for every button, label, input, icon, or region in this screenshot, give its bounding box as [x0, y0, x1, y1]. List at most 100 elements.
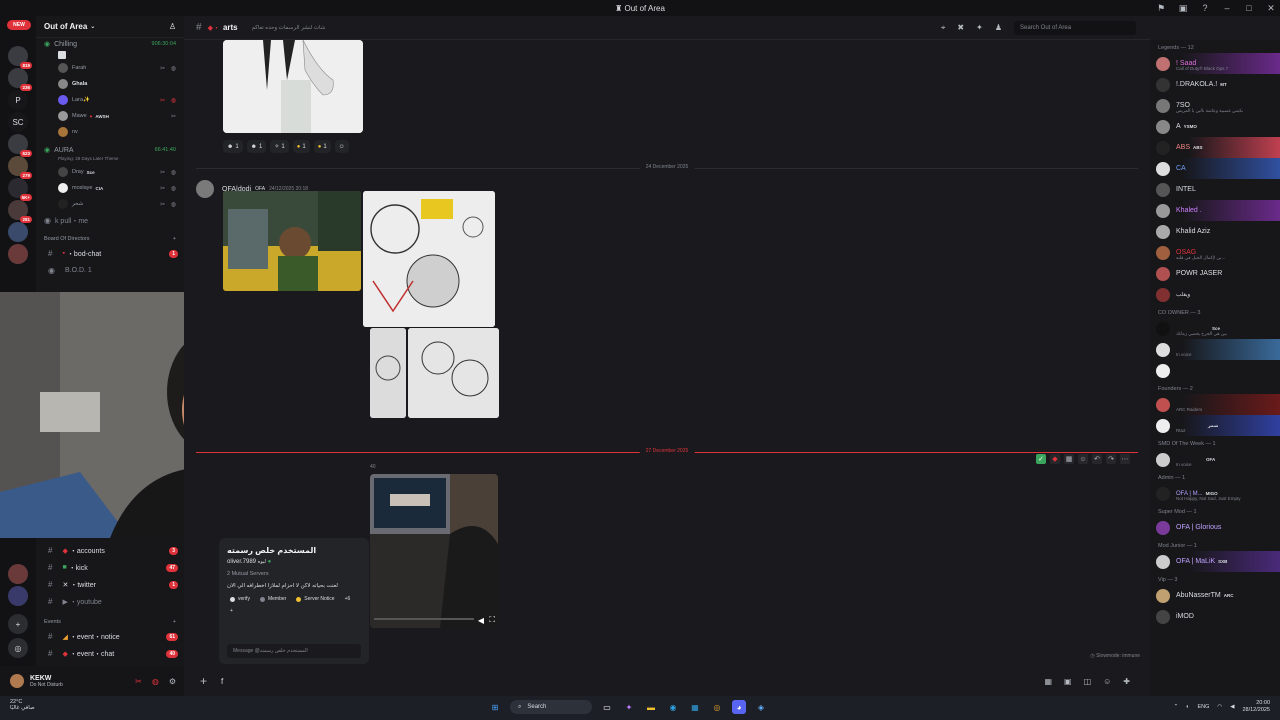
search-input[interactable]: Search Out of Area [1014, 21, 1136, 35]
server-icon[interactable] [8, 244, 28, 264]
member-item[interactable]: !.DRAKOLA.! MT [1150, 74, 1280, 95]
windows-start-icon[interactable]: ⊞ [488, 700, 502, 714]
voice-channel-aura[interactable]: ◉ AURA 66:41:40 [36, 144, 184, 156]
server-icon[interactable]: P [8, 90, 28, 110]
voice-channel-kpull[interactable]: ◉ k pull・me [36, 212, 184, 229]
steam-icon[interactable]: ◈ [754, 700, 768, 714]
copilot-icon[interactable]: ✦ [622, 700, 636, 714]
server-icon[interactable]: 819 [8, 46, 32, 69]
voice-user[interactable]: moslaye CIA ✂ ◍ [36, 180, 184, 196]
voice-user[interactable]: Lara✨ ✂ ◍ [36, 92, 184, 108]
art-image[interactable] [370, 328, 406, 418]
art-image[interactable] [223, 191, 361, 291]
new-badge[interactable]: NEW [7, 20, 31, 30]
reaction[interactable]: ☻ 1 [246, 140, 267, 153]
wifi-icon[interactable]: ◠ [1217, 704, 1222, 710]
file-explorer-icon[interactable]: ▬ [644, 700, 658, 714]
voice-channel-bod[interactable]: ◉ B.O.D. 1 [36, 262, 184, 279]
server-icon[interactable]: 281 [8, 200, 32, 223]
member-item[interactable]: ARC Raiders [1150, 394, 1280, 415]
member-item[interactable]: OFA In voice [1150, 449, 1280, 470]
member-item[interactable]: ABS ABS [1150, 137, 1280, 158]
category-board[interactable]: Board Of Directors + [36, 233, 184, 245]
chrome-icon[interactable]: ◎ [710, 700, 724, 714]
voice-user[interactable]: شحر ✂ ◍ [36, 196, 184, 212]
sticker-icon[interactable]: ◫ [1084, 677, 1092, 686]
category-events[interactable]: Events + [36, 616, 184, 628]
art-image[interactable] [363, 191, 495, 327]
member-item[interactable]: Sce بين هي الجرخ يخصي زمانك [1150, 318, 1280, 339]
voice-user[interactable]: Ghala [36, 76, 184, 92]
pin-icon[interactable]: ✦ [976, 23, 983, 33]
avatar[interactable] [196, 180, 214, 198]
inbox-icon[interactable]: ⚑ [1156, 3, 1166, 13]
apps-icon[interactable]: ▦ [1064, 454, 1074, 464]
member-item[interactable]: AbuNasserTM ARC [1150, 585, 1280, 606]
flame-reaction-icon[interactable]: ◆ [1050, 454, 1060, 464]
server-icon[interactable]: SC [8, 112, 28, 132]
task-view-icon[interactable]: ▭ [600, 700, 614, 714]
member-item[interactable]: OFA | M... MIGO Not Happy, Not Sad, Just E… [1150, 483, 1280, 504]
member-item[interactable]: 7SO بكيس عصبية وعاشة بالبن يا المريض [1150, 95, 1280, 116]
reaction[interactable]: ☻ 1 [223, 140, 243, 153]
add-reaction-button[interactable]: ☺ [334, 140, 349, 153]
channel-kick[interactable]: # ■ ・kick 47 [36, 559, 184, 576]
gif-icon[interactable]: ▣ [1064, 677, 1072, 686]
clock[interactable]: 20:00 28/12/2025 [1242, 700, 1270, 714]
add-server-icon[interactable]: + [8, 614, 28, 634]
reaction[interactable]: ● 1 [292, 140, 310, 153]
mutual-servers[interactable]: 2 Mutual Servers [227, 571, 361, 577]
member-item[interactable]: OFA | Glorious [1150, 517, 1280, 538]
add-member-icon[interactable]: ♙ [169, 22, 176, 31]
member-item[interactable]: Khalid Aziz [1150, 221, 1280, 242]
reaction[interactable]: ✧ 1 [270, 140, 289, 153]
emoji-icon[interactable]: ☺ [1103, 677, 1111, 686]
mic-muted-icon[interactable]: ✂ [135, 677, 142, 686]
avatar[interactable] [10, 674, 24, 688]
profile-message-input[interactable]: Message @المستخدم خلص رسمته [227, 644, 361, 658]
member-item[interactable]: OFA | MaLiK SXB [1150, 551, 1280, 572]
member-item[interactable]: INTEL [1150, 179, 1280, 200]
channel-event-notice[interactable]: # ◢ ・event・notice 61 [36, 628, 184, 645]
server-icon[interactable] [8, 222, 28, 242]
voice-user[interactable]: Mawe ♥ AWSH ✂ [36, 108, 184, 124]
channel-event-chat[interactable]: # ◆ ・event・chat 40 [36, 645, 184, 662]
forward-icon[interactable]: ↷ [1106, 454, 1116, 464]
chevron-up-icon[interactable]: ⌃ [1174, 704, 1179, 710]
art-image[interactable] [408, 328, 499, 418]
voice-user[interactable]: Farah ✂ ◍ [36, 60, 184, 76]
member-item[interactable]: شمر Rta2 [1150, 415, 1280, 436]
headphones-muted-icon[interactable]: ◍ [152, 677, 159, 686]
threads-icon[interactable]: ⌖ [941, 23, 946, 33]
gift-icon[interactable]: ▦ [1044, 677, 1052, 686]
art-image[interactable] [223, 40, 363, 133]
apps-icon[interactable]: ✚ [1123, 677, 1130, 686]
gear-icon[interactable]: ⚙ [169, 677, 176, 686]
discord-icon[interactable]: ◕ [732, 700, 746, 714]
channel-accounts[interactable]: # ◆ ・accounts 3 [36, 542, 184, 559]
member-item[interactable]: POWR JASER [1150, 263, 1280, 284]
channel-youtube[interactable]: # ▶ ・youtube [36, 593, 184, 610]
help-icon[interactable]: ? [1200, 3, 1210, 13]
mute-channel-icon[interactable]: ✖ [957, 23, 964, 33]
channel-twitter[interactable]: # ✕ ・twitter 1 [36, 576, 184, 593]
more-roles[interactable]: +6 [342, 595, 354, 603]
server-header[interactable]: Out of Area ⌄ ♙ [36, 16, 184, 38]
more-icon[interactable]: ⋯ [1120, 454, 1130, 464]
voice-user[interactable]: Dray Sce ✂ ◍ [36, 164, 184, 180]
attach-icon[interactable]: + [200, 674, 207, 688]
taskbar-search[interactable]: ⌕ Search [510, 700, 592, 714]
fullscreen-icon[interactable]: ⛶ [489, 615, 495, 625]
reaction[interactable]: ● 1 [313, 140, 331, 153]
volume-icon[interactable]: ◀ [1230, 704, 1234, 710]
add-channel-icon[interactable]: + [173, 236, 176, 242]
member-item[interactable] [1150, 360, 1280, 381]
server-icon[interactable]: 279 [8, 156, 32, 179]
reply-icon[interactable]: ↶ [1092, 454, 1102, 464]
add-reaction-icon[interactable]: ☺ [1078, 454, 1088, 464]
tray-app-icon[interactable]: ◐ [1186, 704, 1189, 710]
add-role-icon[interactable]: + [227, 607, 236, 615]
member-list-icon[interactable]: ♟ [995, 23, 1002, 33]
screen-share-icon[interactable]: ▣ [1178, 3, 1188, 13]
member-item[interactable]: OSAG بي لإكمال الجبل في قلبه... [1150, 242, 1280, 263]
